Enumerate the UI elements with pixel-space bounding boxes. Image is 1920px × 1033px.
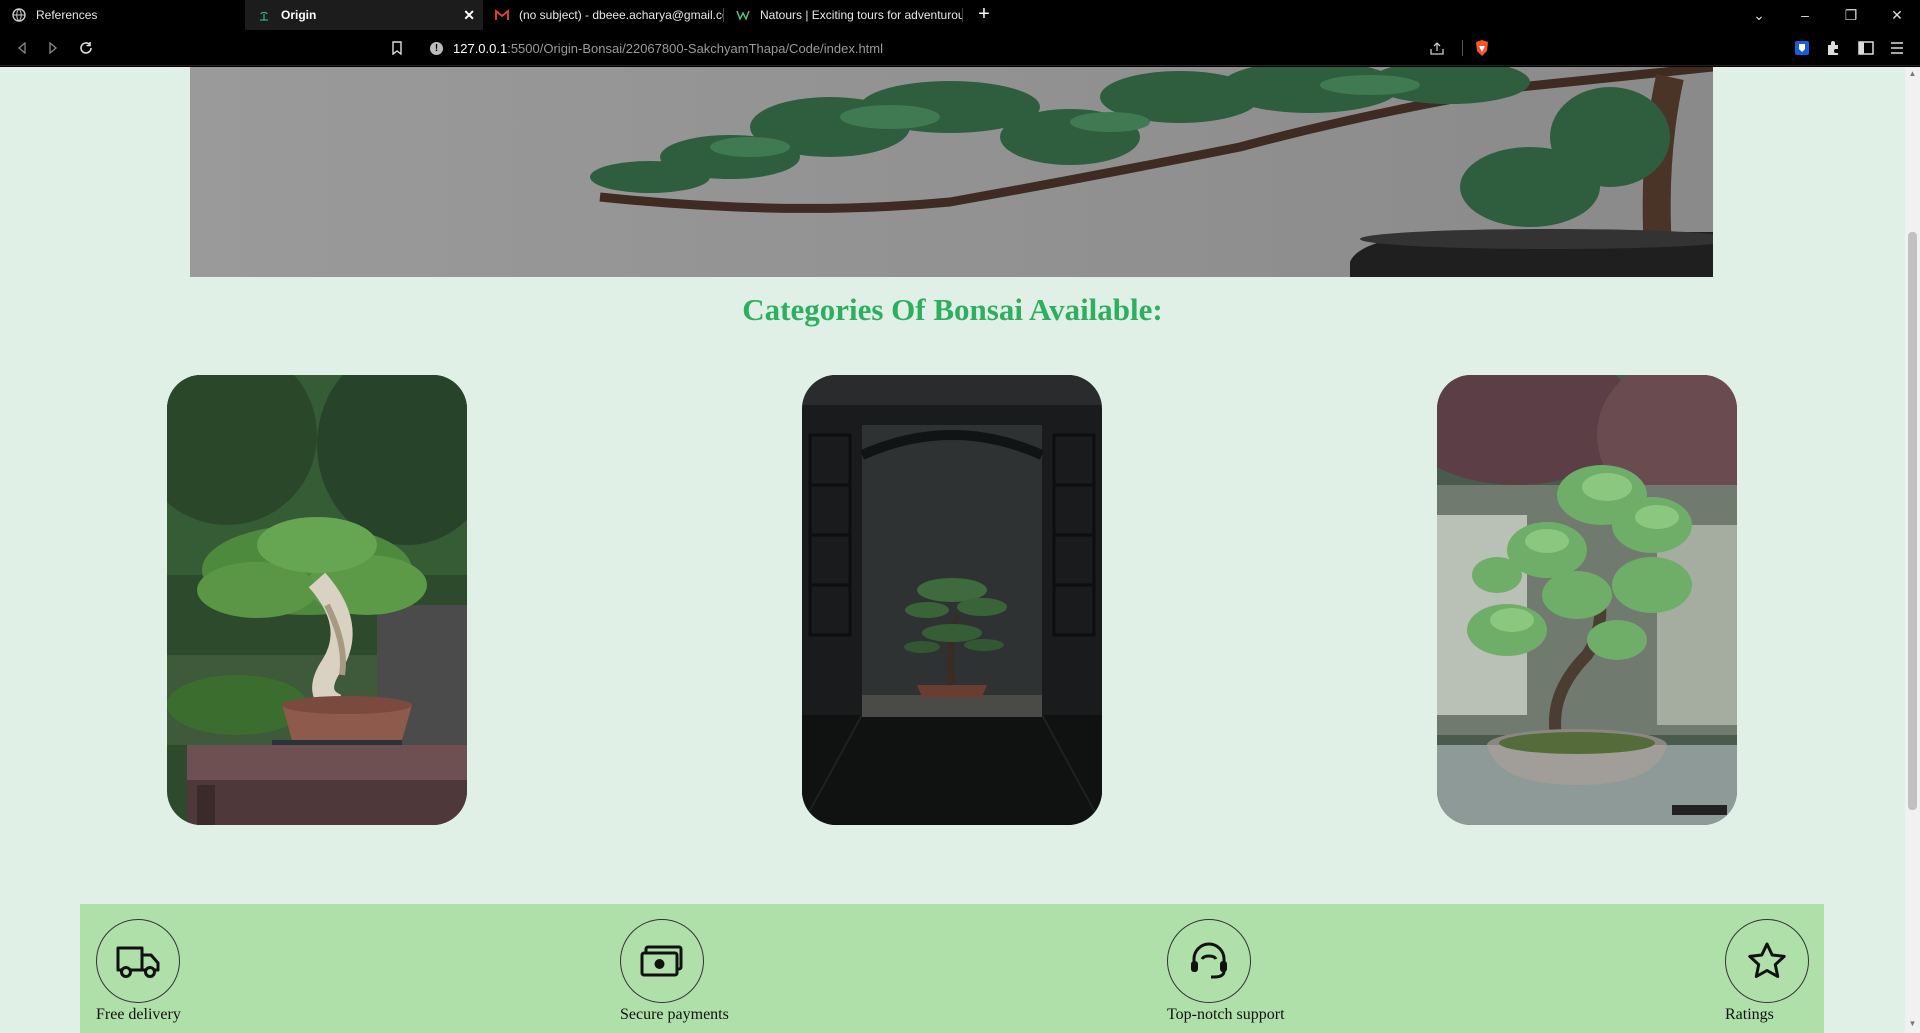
truck-icon (96, 919, 180, 1003)
tab-references[interactable]: References (0, 0, 245, 30)
tab-origin[interactable]: Origin ✕ (245, 0, 483, 30)
feature-label: Secure payments (620, 1006, 729, 1023)
bitwarden-icon[interactable] (1792, 38, 1812, 58)
tab-separator (962, 8, 963, 22)
category-card-juniper[interactable] (167, 375, 467, 825)
sidebar-icon[interactable] (1856, 38, 1876, 58)
globe-icon (12, 8, 26, 22)
category-card-pine[interactable] (1437, 375, 1737, 825)
tab-search-icon[interactable]: ⌄ (1736, 0, 1782, 30)
url-path: :5500/Origin-Bonsai/22067800-SakchyamTha… (507, 40, 883, 56)
bonsai-favicon-icon (257, 8, 271, 22)
toolbar-divider (1462, 40, 1463, 56)
close-tab-icon[interactable]: ✕ (463, 7, 475, 24)
feature-label: Top-notch support (1167, 1006, 1285, 1023)
cash-icon (620, 919, 704, 1003)
category-card-hall[interactable] (802, 375, 1102, 825)
scroll-down-icon[interactable]: ▼ (1908, 1019, 1917, 1029)
categories-title: Categories Of Bonsai Available: (742, 292, 1163, 327)
headset-icon (1167, 919, 1251, 1003)
tab-title: References (36, 8, 98, 22)
feature-label: Free delivery (96, 1006, 181, 1023)
bookmark-icon[interactable] (387, 38, 407, 58)
share-icon[interactable] (1427, 38, 1447, 58)
gmail-icon (495, 8, 509, 22)
page-scrollbar[interactable]: ▲ ▼ (1905, 67, 1920, 1033)
new-tab-icon[interactable]: + (972, 3, 996, 26)
reload-icon[interactable] (76, 38, 96, 58)
extensions-icon[interactable] (1823, 38, 1843, 58)
feature-ratings: Ratings (1725, 919, 1809, 1024)
tab-title: Natours | Exciting tours for adventurou (760, 8, 962, 22)
minimize-icon[interactable]: – (1782, 0, 1828, 30)
tab-natours[interactable]: Natours | Exciting tours for adventurou (724, 0, 962, 30)
tab-title: (no subject) - dbeee.acharya@gmail.co (519, 8, 723, 22)
feature-label: Ratings (1725, 1006, 1774, 1023)
close-window-icon[interactable]: ✕ (1874, 0, 1920, 30)
site-info-icon[interactable]: ! (430, 41, 443, 55)
url-host: 127.0.0.1 (453, 40, 508, 56)
page-viewport: Categories Of Bonsai Available: Free del… (0, 67, 1905, 1033)
brave-shields-icon[interactable] (1472, 38, 1492, 58)
feature-top-notch-support: Top-notch support (1167, 919, 1285, 1024)
browser-toolbar: ! 127.0.0.1:5500/Origin-Bonsai/22067800-… (0, 30, 1920, 66)
address-bar[interactable]: ! 127.0.0.1:5500/Origin-Bonsai/22067800-… (430, 35, 1510, 61)
scroll-up-icon[interactable]: ▲ (1908, 69, 1917, 79)
tab-title: Origin (281, 8, 317, 22)
scroll-thumb[interactable] (1908, 232, 1917, 810)
tab-strip: References Origin ✕ (no subject) - dbeee… (0, 0, 1920, 30)
hero-banner-image (190, 67, 1713, 277)
feature-secure-payments: Secure payments (620, 919, 729, 1024)
tab-gmail[interactable]: (no subject) - dbeee.acharya@gmail.co (483, 0, 723, 30)
features-band: Free delivery Secure payments Top-notch … (80, 904, 1824, 1033)
menu-icon[interactable] (1887, 38, 1907, 58)
feature-free-delivery: Free delivery (96, 919, 181, 1024)
natours-icon (736, 8, 750, 22)
back-icon[interactable] (12, 38, 32, 58)
star-icon (1725, 919, 1809, 1003)
forward-icon[interactable] (43, 38, 63, 58)
restore-icon[interactable]: ❐ (1828, 0, 1874, 30)
